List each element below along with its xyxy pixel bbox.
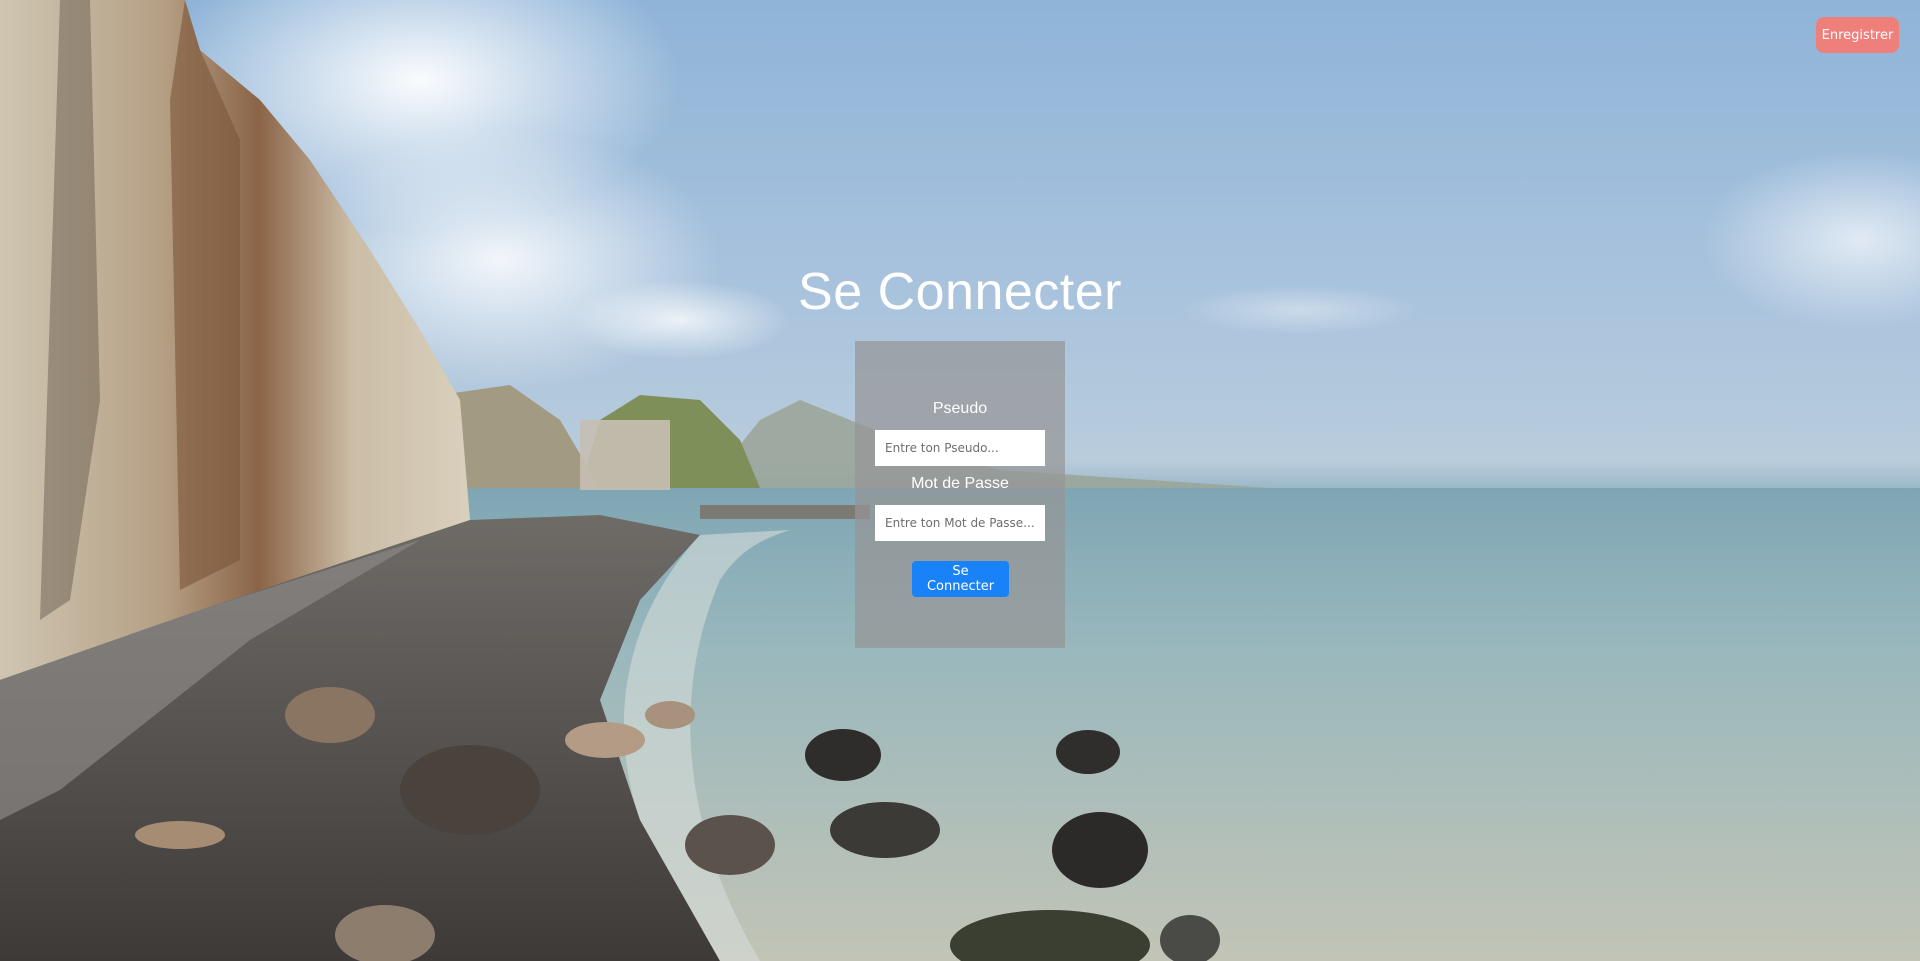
background-scene: Enregistrer Se Connecter Pseudo Mot de P… bbox=[0, 0, 1920, 961]
login-form: Pseudo Mot de Passe Se Connecter bbox=[855, 341, 1065, 648]
password-input[interactable] bbox=[875, 505, 1045, 541]
username-label: Pseudo bbox=[932, 400, 988, 417]
register-button[interactable]: Enregistrer bbox=[1816, 17, 1899, 53]
login-submit-button[interactable]: Se Connecter bbox=[912, 561, 1009, 597]
password-label: Mot de Passe bbox=[911, 475, 1009, 492]
page-title: Se Connecter bbox=[798, 263, 1122, 321]
username-input[interactable] bbox=[875, 430, 1045, 466]
